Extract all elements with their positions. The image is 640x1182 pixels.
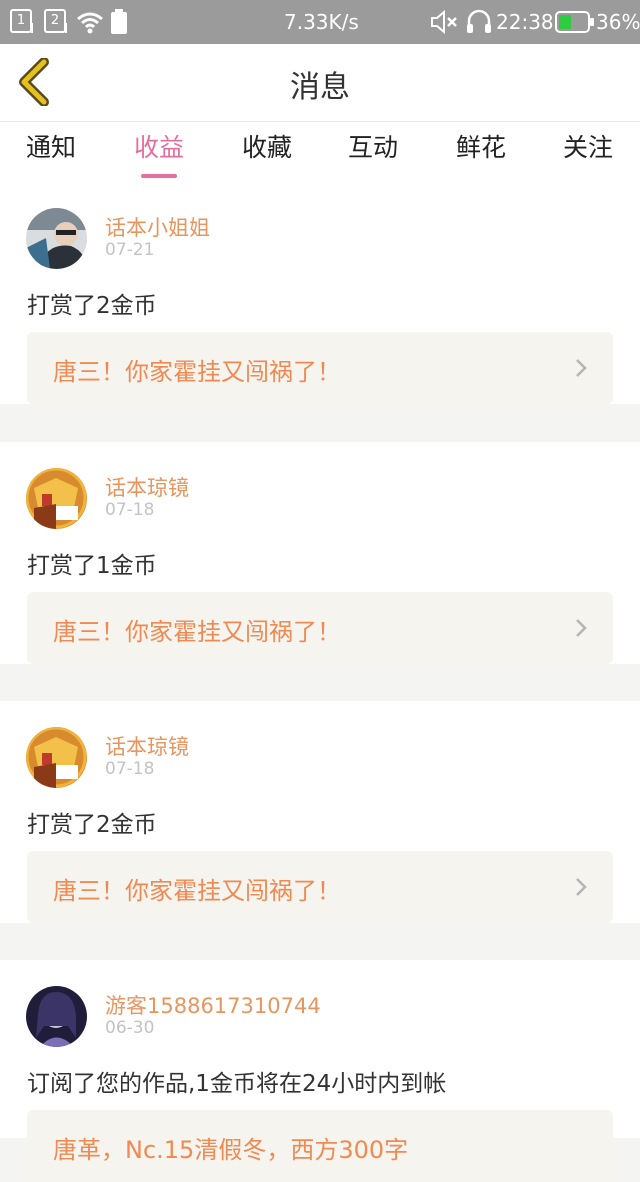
work-link[interactable]: 唐三！你家霍挂又闯祸了！ [27, 592, 613, 664]
sim2-icon: 2 [44, 9, 67, 33]
tab-favorites[interactable]: 收藏 [222, 128, 312, 164]
work-title: 唐三！你家霍挂又闯祸了！ [53, 877, 341, 905]
message-date: 07-18 [105, 759, 155, 779]
page-title: 消息 [290, 70, 350, 105]
work-title: 唐三！你家霍挂又闯祸了！ [53, 358, 341, 386]
message-card: 游客1588617310744 06-30 订阅了您的作品,1金币将在24小时内… [0, 960, 640, 1182]
chevron-right-icon [576, 619, 587, 637]
battery-small-icon [111, 9, 127, 34]
message-card: 话本小姐姐 07-21 打赏了2金币 唐三！你家霍挂又闯祸了！ [0, 182, 640, 404]
wifi-icon [77, 12, 103, 34]
message-action: 打赏了2金币 [27, 812, 157, 838]
headset-icon [467, 9, 491, 33]
message-date: 06-30 [105, 1018, 155, 1038]
message-card: 话本琼镜 07-18 打赏了1金币 唐三！你家霍挂又闯祸了！ [0, 442, 640, 664]
battery-icon [555, 11, 594, 33]
username[interactable]: 话本小姐姐 [105, 212, 210, 242]
work-link[interactable]: 唐三！你家霍挂又闯祸了！ [27, 332, 613, 404]
user-avatar[interactable] [26, 986, 87, 1047]
user-avatar[interactable] [26, 468, 87, 529]
battery-percent: 36% [596, 10, 640, 34]
work-link[interactable]: 唐革，Nc.15清假冬，西方300字 [27, 1110, 613, 1182]
username[interactable]: 话本琼镜 [105, 472, 189, 502]
message-date: 07-18 [105, 500, 155, 520]
work-title: 唐革，Nc.15清假冬，西方300字 [53, 1136, 409, 1164]
tab-notice[interactable]: 通知 [6, 128, 96, 164]
sim1-icon: 1 [10, 9, 33, 33]
tab-earnings[interactable]: 收益 [114, 128, 204, 178]
tab-interaction[interactable]: 互动 [328, 128, 418, 164]
clock: 22:38 [496, 10, 554, 34]
user-avatar[interactable] [26, 208, 87, 269]
tab-follow[interactable]: 关注 [543, 128, 633, 164]
user-avatar[interactable] [26, 727, 87, 788]
network-speed: 7.33K/s [284, 10, 359, 34]
username[interactable]: 游客1588617310744 [105, 990, 321, 1020]
message-action: 打赏了2金币 [27, 293, 157, 319]
chevron-right-icon [576, 878, 587, 896]
tab-flowers[interactable]: 鲜花 [436, 128, 526, 164]
username[interactable]: 话本琼镜 [105, 731, 189, 761]
message-action: 打赏了1金币 [27, 553, 157, 579]
chevron-right-icon [576, 359, 587, 377]
message-action: 订阅了您的作品,1金币将在24小时内到帐 [27, 1071, 447, 1097]
nav-bar: 消息 [0, 44, 640, 122]
tab-bar: 通知 收益 收藏 互动 鲜花 关注 [0, 122, 640, 182]
work-title: 唐三！你家霍挂又闯祸了！ [53, 618, 341, 646]
mute-icon [431, 10, 457, 34]
message-date: 07-21 [105, 240, 155, 260]
sim1-label: 1 [16, 13, 26, 28]
sim2-label: 2 [50, 13, 60, 28]
tab-earnings-label: 收益 [133, 133, 184, 162]
active-tab-indicator [141, 174, 177, 178]
work-link[interactable]: 唐三！你家霍挂又闯祸了！ [27, 851, 613, 923]
message-card: 话本琼镜 07-18 打赏了2金币 唐三！你家霍挂又闯祸了！ [0, 701, 640, 923]
status-bar: 1 2 7.33K/s 22:38 36% [0, 0, 640, 44]
